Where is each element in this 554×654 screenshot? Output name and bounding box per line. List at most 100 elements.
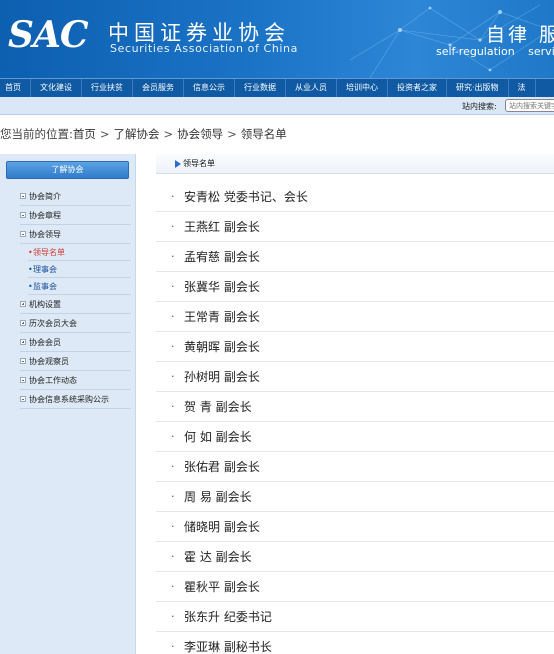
breadcrumb: 您当前的位置: 首页 > 了解协会 > 协会领导 > 领导名单 — [0, 125, 287, 143]
leader-name[interactable]: 王常青 副会长 — [184, 308, 260, 325]
sidebar-subitem[interactable]: • 理事会 — [28, 261, 131, 278]
bullet-icon: · — [171, 280, 175, 293]
nav-item[interactable]: 培训中心 — [337, 79, 388, 97]
leader-row[interactable]: · 周 易 副会长 — [156, 482, 554, 512]
bullet-icon: · — [171, 430, 175, 443]
logo-sac[interactable]: SAC — [8, 14, 89, 56]
sidebar-item-label: 协会观察员 — [29, 357, 69, 366]
sidebar-item-label: 协会会员 — [29, 338, 61, 347]
sidebar-item[interactable]: 协会观察员 — [20, 352, 131, 371]
sidebar-item[interactable]: 协会信息系统采购公示 — [20, 390, 131, 409]
leader-row[interactable]: · 孟宥慈 副会长 — [156, 242, 554, 272]
bullet-icon: · — [171, 220, 175, 233]
search-input[interactable] — [505, 99, 554, 112]
nav-item[interactable]: 投资者之家 — [388, 79, 447, 97]
sidebar-item-label: 领导名单 — [33, 248, 65, 257]
leader-name[interactable]: 霍 达 副会长 — [184, 548, 252, 565]
leader-row[interactable]: · 李亚琳 副秘书长 — [156, 632, 554, 654]
leader-row[interactable]: · 储晓明 副会长 — [156, 512, 554, 542]
triangle-arrow-icon — [175, 160, 181, 168]
leader-name[interactable]: 孟宥慈 副会长 — [184, 248, 260, 265]
leader-name[interactable]: 何 如 副会长 — [184, 428, 252, 445]
nav-item[interactable]: 研究·出版物 — [447, 79, 509, 97]
main-nav: 首页 文化建设 行业扶贫 会员服务 信息公示 行业数据 从业人员 培训中心 投资者之家 研究·出版… — [0, 78, 554, 97]
bullet-icon: • — [28, 265, 33, 274]
nav-item[interactable]: 行业扶贫 — [82, 79, 133, 97]
leader-row[interactable]: · 张冀华 副会长 — [156, 272, 554, 302]
plus-box-icon[interactable] — [20, 301, 26, 307]
minus-box-icon[interactable] — [20, 193, 26, 199]
search-bar: 站内搜索: — [0, 97, 554, 115]
leader-name[interactable]: 瞿秋平 副会长 — [184, 578, 260, 595]
leader-row[interactable]: · 安青松 党委书记、会长 — [156, 182, 554, 212]
nav-item[interactable]: 首页 — [0, 79, 31, 97]
minus-box-icon[interactable] — [20, 358, 26, 364]
sidebar-item[interactable]: 协会会员 — [20, 333, 131, 352]
breadcrumb-separator: > — [99, 127, 110, 141]
leader-name[interactable]: 张佑君 副会长 — [184, 458, 260, 475]
leader-row[interactable]: · 孙树明 副会长 — [156, 362, 554, 392]
sidebar-title[interactable]: 了解协会 — [6, 161, 129, 179]
minus-box-icon[interactable] — [20, 231, 26, 237]
breadcrumb-link[interactable]: 首页 — [73, 126, 96, 142]
leader-row[interactable]: · 何 如 副会长 — [156, 422, 554, 452]
nav-item[interactable]: 法 — [509, 79, 536, 97]
nav-item[interactable]: 信息公示 — [184, 79, 235, 97]
sidebar-subitem[interactable]: • 监事会 — [28, 278, 131, 295]
nav-item[interactable]: 行业数据 — [235, 79, 286, 97]
sidebar-item-label: 理事会 — [33, 265, 57, 274]
leader-name[interactable]: 储晓明 副会长 — [184, 518, 260, 535]
leader-row[interactable]: · 王常青 副会长 — [156, 302, 554, 332]
plus-box-icon[interactable] — [20, 339, 26, 345]
leader-list: · 安青松 党委书记、会长 · 王燕红 副会长 · 孟宥慈 副会长 · 张冀华 副会长 · 王常青… — [156, 182, 554, 654]
plus-box-icon[interactable] — [20, 320, 26, 326]
slogan-english: self-regulation servic — [436, 45, 554, 58]
sidebar-item[interactable]: 协会领导 — [20, 225, 131, 244]
leader-name[interactable]: 安青松 党委书记、会长 — [184, 188, 308, 205]
minus-box-icon[interactable] — [20, 377, 26, 383]
sidebar-item[interactable]: 协会章程 — [20, 206, 131, 225]
sidebar-item-label: 监事会 — [33, 282, 57, 291]
breadcrumb-link[interactable]: 了解协会 — [114, 126, 160, 142]
leader-row[interactable]: · 张佑君 副会长 — [156, 452, 554, 482]
sidebar-item-label: 机构设置 — [29, 300, 61, 309]
leader-row[interactable]: · 黄朝晖 副会长 — [156, 332, 554, 362]
nav-item[interactable]: 文化建设 — [31, 79, 82, 97]
nav-item[interactable]: 会员服务 — [133, 79, 184, 97]
bullet-icon: · — [171, 400, 175, 413]
breadcrumb-link[interactable]: 领导名单 — [241, 126, 287, 142]
leader-row[interactable]: · 霍 达 副会长 — [156, 542, 554, 572]
section-header: 领导名单 — [156, 154, 554, 174]
bullet-icon: · — [171, 460, 175, 473]
bullet-icon: · — [171, 310, 175, 323]
nav-item[interactable]: 从业人员 — [286, 79, 337, 97]
leader-row[interactable]: · 贺 青 副会长 — [156, 392, 554, 422]
leader-name[interactable]: 贺 青 副会长 — [184, 398, 252, 415]
breadcrumb-separator: > — [163, 127, 174, 141]
bullet-icon: • — [28, 282, 33, 291]
sidebar-item[interactable]: 协会工作动态 — [20, 371, 131, 390]
leader-name[interactable]: 孙树明 副会长 — [184, 368, 260, 385]
leader-row[interactable]: · 瞿秋平 副会长 — [156, 572, 554, 602]
leader-name[interactable]: 周 易 副会长 — [184, 488, 252, 505]
sidebar-item[interactable]: 协会简介 — [20, 187, 131, 206]
sidebar-item-label: 协会简介 — [29, 192, 61, 201]
leader-row[interactable]: · 张东升 纪委书记 — [156, 602, 554, 632]
breadcrumb-link[interactable]: 协会领导 — [177, 126, 223, 142]
slogan-chinese: 自律 服 — [486, 24, 554, 46]
bullet-icon: · — [171, 190, 175, 203]
leader-name[interactable]: 张东升 纪委书记 — [184, 608, 272, 625]
leader-name[interactable]: 李亚琳 副秘书长 — [184, 638, 272, 654]
sidebar-item[interactable]: 机构设置 — [20, 295, 131, 314]
leader-row[interactable]: · 王燕红 副会长 — [156, 212, 554, 242]
header-banner: SAC 中国证券业协会 Securities Association of Ch… — [0, 0, 554, 78]
sidebar-item[interactable]: 历次会员大会 — [20, 314, 131, 333]
leader-name[interactable]: 张冀华 副会长 — [184, 278, 260, 295]
leader-name[interactable]: 黄朝晖 副会长 — [184, 338, 260, 355]
bullet-icon: · — [171, 610, 175, 623]
leader-name[interactable]: 王燕红 副会长 — [184, 218, 260, 235]
breadcrumb-separator: > — [227, 127, 237, 141]
minus-box-icon[interactable] — [20, 212, 26, 218]
minus-box-icon[interactable] — [20, 396, 26, 402]
sidebar-subitem[interactable]: • 领导名单 — [28, 244, 131, 261]
